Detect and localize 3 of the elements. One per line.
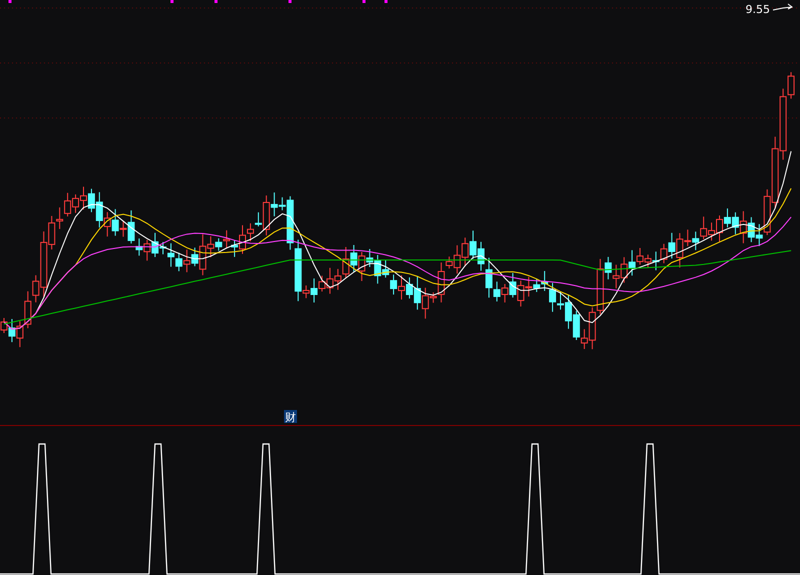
- event-marker[interactable]: 财: [284, 410, 297, 424]
- arrow-icon: [772, 4, 793, 10]
- price-label: 9.55: [746, 3, 770, 16]
